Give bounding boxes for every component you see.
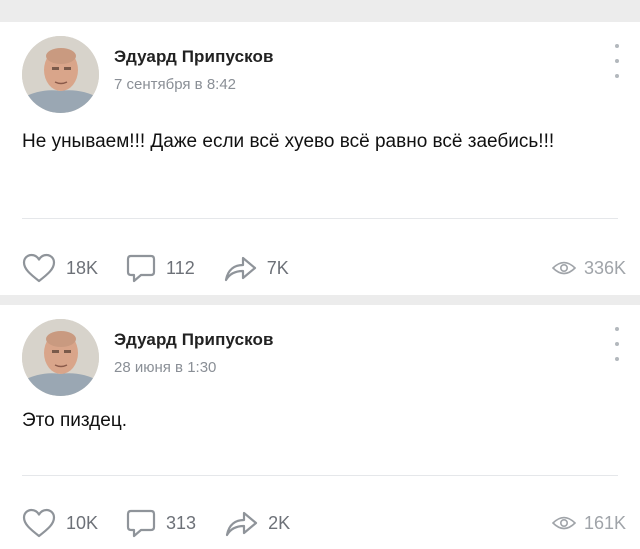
like-button[interactable]: 10K	[22, 508, 98, 538]
share-icon	[224, 256, 256, 282]
like-button[interactable]: 18K	[22, 253, 98, 283]
heart-icon	[22, 253, 56, 283]
comment-count: 313	[166, 512, 197, 533]
post-card: Эдуард Припусков 28 июня в 1:30 Это пизд…	[0, 305, 640, 549]
post-actions: 10K 313 2K 161K	[22, 503, 626, 543]
divider	[22, 475, 618, 476]
avatar[interactable]	[22, 319, 99, 396]
eye-icon	[551, 261, 576, 275]
post-text: Это пиздец.	[22, 410, 128, 431]
post-card: Эдуард Припусков 7 сентября в 8:42 Не ун…	[0, 22, 640, 295]
comment-icon	[126, 509, 156, 538]
post-actions: 18K 112 7K 336K	[22, 248, 626, 288]
eye-icon	[551, 516, 576, 530]
like-count: 10K	[66, 512, 99, 533]
share-icon	[225, 511, 258, 537]
more-vertical-icon[interactable]	[612, 327, 622, 361]
share-button[interactable]: 2K	[224, 508, 290, 538]
divider	[22, 218, 618, 219]
share-button[interactable]: 7K	[223, 253, 289, 283]
views-counter: 336K	[551, 257, 626, 279]
views-count: 336K	[583, 257, 626, 278]
post-text: Не унываем!!! Даже если всё хуево всё ра…	[22, 131, 555, 152]
comment-button[interactable]: 313	[126, 508, 196, 538]
author-name[interactable]: Эдуард Припусков	[114, 47, 274, 67]
avatar[interactable]	[22, 36, 99, 113]
share-count: 2K	[268, 512, 291, 533]
post-date[interactable]: 7 сентября в 8:42	[114, 76, 236, 93]
like-count: 18K	[66, 257, 99, 278]
views-count: 161K	[583, 512, 626, 533]
post-date[interactable]: 28 июня в 1:30	[114, 359, 216, 376]
views-counter: 161K	[551, 512, 626, 534]
comment-count: 112	[166, 257, 195, 278]
comment-button[interactable]: 112	[126, 253, 195, 283]
heart-icon	[22, 508, 56, 538]
share-count: 7K	[266, 257, 289, 278]
more-vertical-icon[interactable]	[612, 44, 622, 78]
author-name[interactable]: Эдуард Припусков	[114, 330, 274, 350]
comment-icon	[126, 254, 156, 283]
